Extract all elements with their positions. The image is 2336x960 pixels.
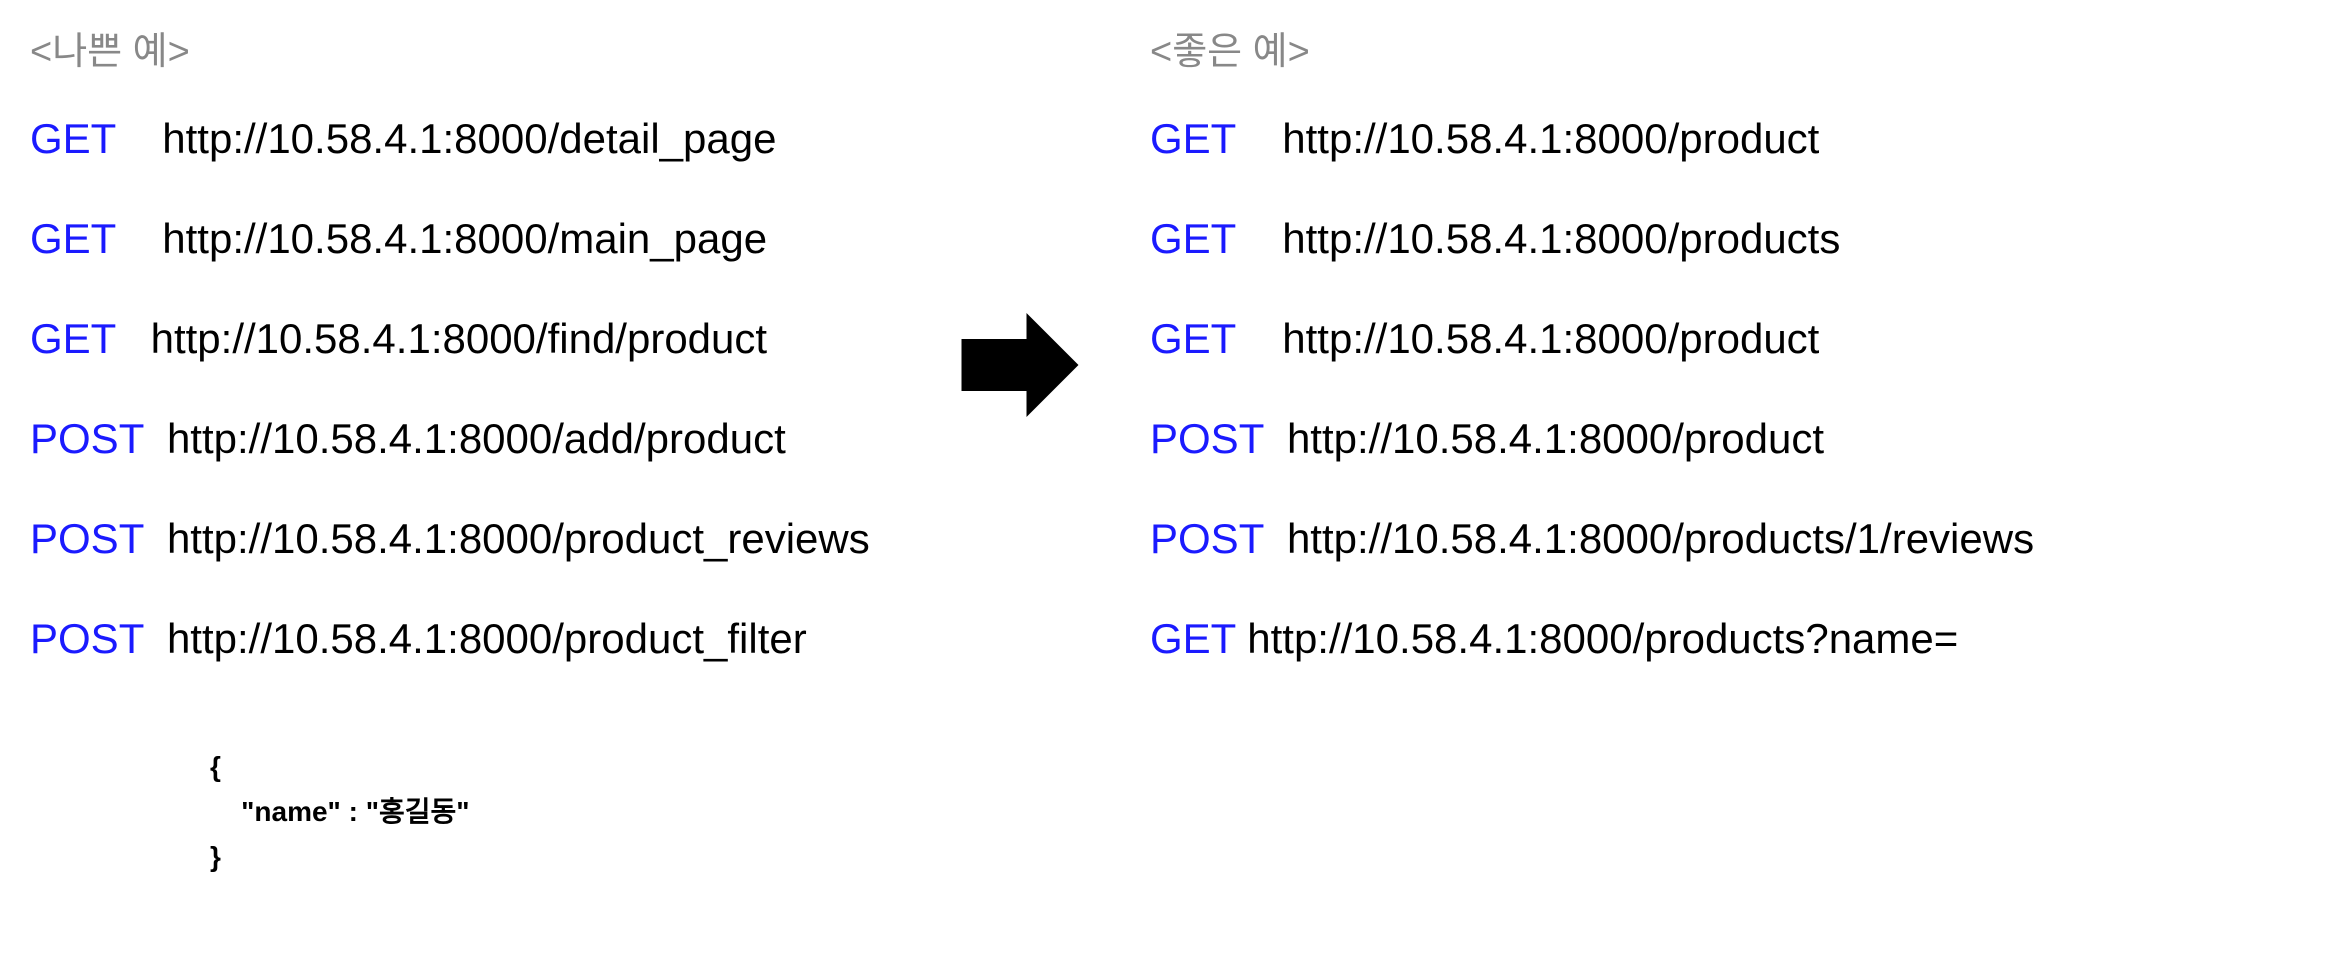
http-method: GET bbox=[30, 215, 162, 263]
arrow-container bbox=[930, 300, 1110, 430]
http-method: GET bbox=[1150, 315, 1282, 363]
json-open-brace: { bbox=[210, 745, 890, 790]
http-method: GET bbox=[30, 115, 162, 163]
http-url: http://10.58.4.1:8000/product_filter bbox=[167, 615, 807, 663]
http-url: http://10.58.4.1:8000/find/product bbox=[151, 315, 767, 363]
api-entry: GET http://10.58.4.1:8000/product bbox=[1150, 315, 2050, 363]
api-entry: GET http://10.58.4.1:8000/products bbox=[1150, 215, 2050, 263]
http-method: GET bbox=[1150, 615, 1247, 663]
comparison-container: <나쁜 예> GET http://10.58.4.1:8000/detail_… bbox=[30, 20, 2306, 879]
api-entry: POST http://10.58.4.1:8000/product_revie… bbox=[30, 515, 890, 563]
json-close-brace: } bbox=[210, 835, 890, 880]
http-url: http://10.58.4.1:8000/product bbox=[1282, 115, 1819, 163]
api-entry: GET http://10.58.4.1:8000/product bbox=[1150, 115, 2050, 163]
http-method: GET bbox=[1150, 215, 1282, 263]
arrow-right-icon bbox=[955, 300, 1085, 430]
http-method: POST bbox=[30, 415, 167, 463]
good-example-heading: <좋은 예> bbox=[1150, 20, 2050, 75]
api-entry: POST http://10.58.4.1:8000/product_filte… bbox=[30, 615, 890, 663]
json-body-example: { "name" : "홍길동" } bbox=[210, 745, 890, 879]
api-entry: GET http://10.58.4.1:8000/products?name= bbox=[1150, 615, 2050, 663]
api-entry: POST http://10.58.4.1:8000/products/1/re… bbox=[1150, 515, 2050, 563]
api-entry: POST http://10.58.4.1:8000/product bbox=[1150, 415, 2050, 463]
http-url: http://10.58.4.1:8000/main_page bbox=[162, 215, 767, 263]
api-entry: GET http://10.58.4.1:8000/detail_page bbox=[30, 115, 890, 163]
http-url: http://10.58.4.1:8000/product bbox=[1282, 315, 1819, 363]
api-entry: GET http://10.58.4.1:8000/find/product bbox=[30, 315, 890, 363]
api-entry: GET http://10.58.4.1:8000/main_page bbox=[30, 215, 890, 263]
good-example-column: <좋은 예> GET http://10.58.4.1:8000/product… bbox=[1150, 20, 2050, 715]
http-url: http://10.58.4.1:8000/products/1/reviews bbox=[1287, 515, 2034, 563]
http-method: POST bbox=[30, 515, 167, 563]
http-method: GET bbox=[30, 315, 151, 363]
http-url: http://10.58.4.1:8000/products?name= bbox=[1247, 615, 1958, 663]
http-method: POST bbox=[1150, 415, 1287, 463]
json-body-line: "name" : "홍길동" bbox=[210, 790, 890, 835]
http-method: POST bbox=[1150, 515, 1287, 563]
http-url: http://10.58.4.1:8000/product_reviews bbox=[167, 515, 870, 563]
http-url: http://10.58.4.1:8000/products bbox=[1282, 215, 1840, 263]
bad-example-heading: <나쁜 예> bbox=[30, 20, 890, 75]
http-method: GET bbox=[1150, 115, 1282, 163]
http-method: POST bbox=[30, 615, 167, 663]
bad-example-column: <나쁜 예> GET http://10.58.4.1:8000/detail_… bbox=[30, 20, 890, 879]
http-url: http://10.58.4.1:8000/product bbox=[1287, 415, 1824, 463]
http-url: http://10.58.4.1:8000/add/product bbox=[167, 415, 786, 463]
http-url: http://10.58.4.1:8000/detail_page bbox=[162, 115, 776, 163]
api-entry: POST http://10.58.4.1:8000/add/product bbox=[30, 415, 890, 463]
